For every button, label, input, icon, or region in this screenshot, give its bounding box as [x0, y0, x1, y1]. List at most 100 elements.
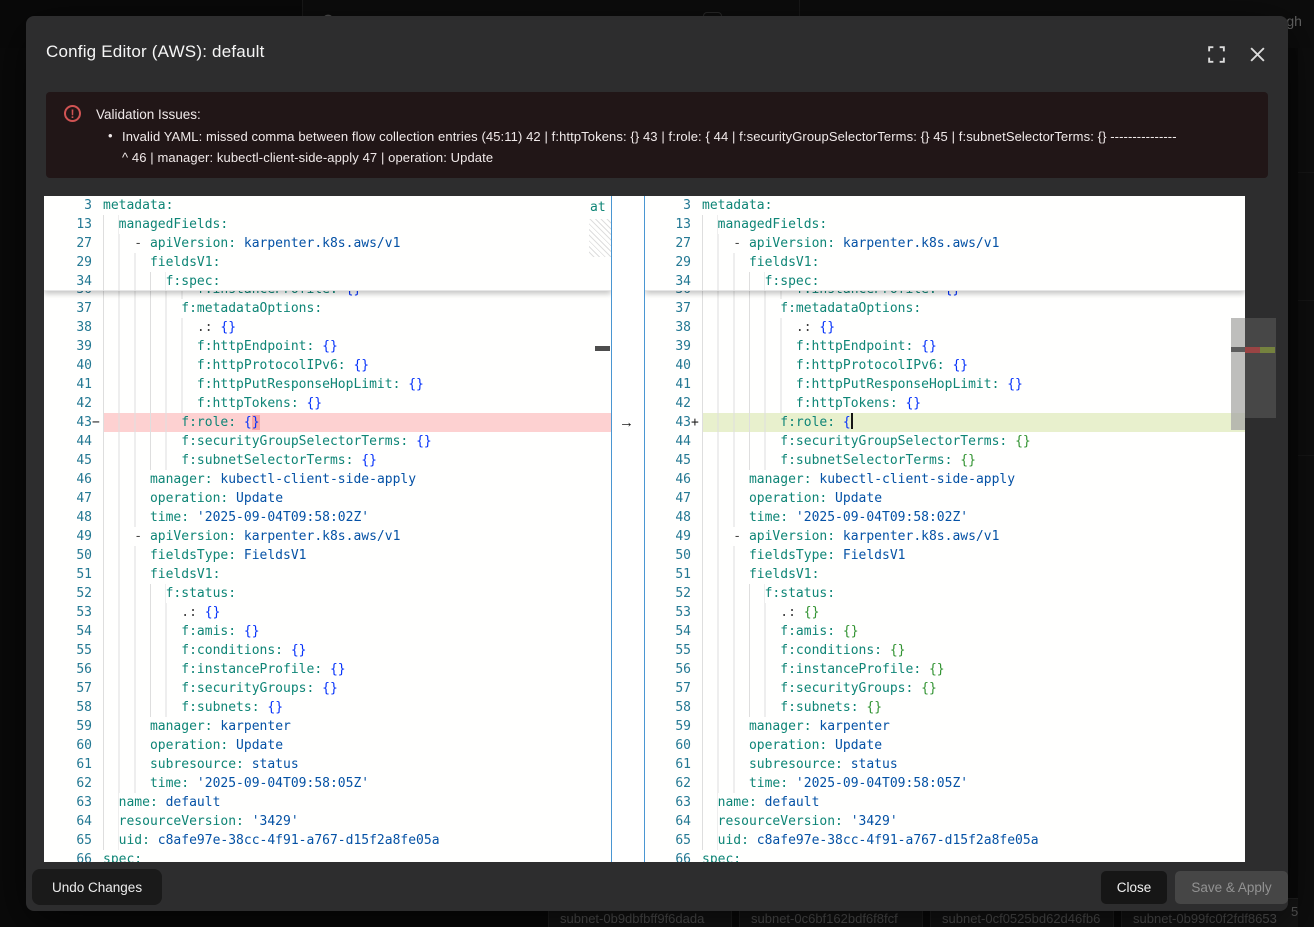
code-line-38[interactable]: 38.: {} — [645, 318, 1245, 337]
diff-marker — [92, 527, 103, 546]
code-line-64[interactable]: 64resourceVersion: '3429' — [44, 812, 611, 831]
revert-change-arrow[interactable]: → — [619, 413, 634, 432]
code-line-63[interactable]: 63name: default — [44, 793, 611, 812]
line-number: 37 — [44, 299, 92, 318]
diff-overview-ruler[interactable] — [1245, 196, 1276, 862]
code-line-48[interactable]: 48time: '2025-09-04T09:58:02Z' — [645, 508, 1245, 527]
code-line-37[interactable]: 37f:metadataOptions: — [44, 299, 611, 318]
line-number: 49 — [645, 527, 691, 546]
code-line-36[interactable]: 36f:instanceProfile: {} — [44, 291, 611, 299]
code-line-60[interactable]: 60operation: Update — [44, 736, 611, 755]
sticky-line-27[interactable]: 27- apiVersion: karpenter.k8s.aws/v1 — [645, 234, 1245, 253]
code-line-57[interactable]: 57f:securityGroups: {} — [645, 679, 1245, 698]
code-line-61[interactable]: 61subresource: status — [645, 755, 1245, 774]
code-line-42[interactable]: 42f:httpTokens: {} — [645, 394, 1245, 413]
bullet-marker: • — [108, 128, 113, 143]
line-number: 53 — [44, 603, 92, 622]
diff-marker — [691, 603, 702, 622]
code-line-56[interactable]: 56f:instanceProfile: {} — [44, 660, 611, 679]
code-line-65[interactable]: 65uid: c8afe97e-38cc-4f91-a767-d15f2a8fe… — [645, 831, 1245, 850]
vertical-scrollbar[interactable] — [1231, 318, 1245, 430]
code-line-37[interactable]: 37f:metadataOptions: — [645, 299, 1245, 318]
close-button[interactable]: Close — [1101, 871, 1167, 904]
overview-ruler-slider[interactable] — [1245, 318, 1276, 418]
code-line-57[interactable]: 57f:securityGroups: {} — [44, 679, 611, 698]
fullscreen-button[interactable] — [1204, 42, 1228, 66]
code-line-60[interactable]: 60operation: Update — [645, 736, 1245, 755]
modified-editor-pane[interactable]: 36f:instanceProfile: {}37f:metadataOptio… — [645, 196, 1245, 862]
sticky-line-13[interactable]: 13managedFields: — [44, 215, 611, 234]
diff-marker — [92, 291, 103, 299]
line-number: 49 — [44, 527, 92, 546]
code-line-51[interactable]: 51fieldsV1: — [645, 565, 1245, 584]
code-line-40[interactable]: 40f:httpProtocolIPv6: {} — [645, 356, 1245, 375]
code-line-58[interactable]: 58f:subnets: {} — [645, 698, 1245, 717]
original-editor-pane[interactable]: 36f:instanceProfile: {}37f:metadataOptio… — [44, 196, 611, 862]
code-line-45[interactable]: 45f:subnetSelectorTerms: {} — [44, 451, 611, 470]
sticky-line-27[interactable]: 27- apiVersion: karpenter.k8s.aws/v1 — [44, 234, 611, 253]
code-line-45[interactable]: 45f:subnetSelectorTerms: {} — [645, 451, 1245, 470]
code-line-62[interactable]: 62time: '2025-09-04T09:58:05Z' — [645, 774, 1245, 793]
code-line-65[interactable]: 65uid: c8afe97e-38cc-4f91-a767-d15f2a8fe… — [44, 831, 611, 850]
code-line-64[interactable]: 64resourceVersion: '3429' — [645, 812, 1245, 831]
code-line-51[interactable]: 51fieldsV1: — [44, 565, 611, 584]
save-apply-button[interactable]: Save & Apply — [1175, 871, 1288, 904]
code-line-49[interactable]: 49- apiVersion: karpenter.k8s.aws/v1 — [645, 527, 1245, 546]
code-line-66[interactable]: 66spec: — [44, 850, 611, 862]
code-line-36[interactable]: 36f:instanceProfile: {} — [645, 291, 1245, 299]
code-line-52[interactable]: 52f:status: — [44, 584, 611, 603]
code-line-44[interactable]: 44f:securityGroupSelectorTerms: {} — [645, 432, 1245, 451]
code-line-42[interactable]: 42f:httpTokens: {} — [44, 394, 611, 413]
code-line-43[interactable]: 43−f:role: {} — [44, 413, 611, 432]
code-line-48[interactable]: 48time: '2025-09-04T09:58:02Z' — [44, 508, 611, 527]
code-line-49[interactable]: 49- apiVersion: karpenter.k8s.aws/v1 — [44, 527, 611, 546]
code-line-55[interactable]: 55f:conditions: {} — [44, 641, 611, 660]
diff-marker — [691, 584, 702, 603]
code-line-56[interactable]: 56f:instanceProfile: {} — [645, 660, 1245, 679]
code-line-54[interactable]: 54f:amis: {} — [44, 622, 611, 641]
close-icon[interactable] — [1245, 42, 1269, 66]
code-line-40[interactable]: 40f:httpProtocolIPv6: {} — [44, 356, 611, 375]
diff-marker — [92, 679, 103, 698]
code-line-39[interactable]: 39f:httpEndpoint: {} — [44, 337, 611, 356]
code-line-46[interactable]: 46manager: kubectl-client-side-apply — [44, 470, 611, 489]
code-line-43[interactable]: 43+f:role: { — [645, 413, 1245, 432]
sticky-line-3[interactable]: 3metadata: — [44, 196, 611, 215]
line-number: 46 — [645, 470, 691, 489]
code-line-39[interactable]: 39f:httpEndpoint: {} — [645, 337, 1245, 356]
code-line-41[interactable]: 41f:httpPutResponseHopLimit: {} — [645, 375, 1245, 394]
sticky-line-3[interactable]: 3metadata: — [645, 196, 1245, 215]
code-line-44[interactable]: 44f:securityGroupSelectorTerms: {} — [44, 432, 611, 451]
diff-sash[interactable]: → — [611, 196, 645, 862]
sticky-line-29[interactable]: 29fieldsV1: — [44, 253, 611, 272]
code-line-58[interactable]: 58f:subnets: {} — [44, 698, 611, 717]
code-line-50[interactable]: 50fieldsType: FieldsV1 — [44, 546, 611, 565]
code-line-47[interactable]: 47operation: Update — [44, 489, 611, 508]
code-line-50[interactable]: 50fieldsType: FieldsV1 — [645, 546, 1245, 565]
clipped-code-fragment: at — [590, 198, 611, 217]
code-line-62[interactable]: 62time: '2025-09-04T09:58:05Z' — [44, 774, 611, 793]
code-line-55[interactable]: 55f:conditions: {} — [645, 641, 1245, 660]
line-number: 63 — [44, 793, 92, 812]
code-line-53[interactable]: 53.: {} — [645, 603, 1245, 622]
sticky-line-34[interactable]: 34f:spec: — [44, 272, 611, 291]
diff-marker — [691, 470, 702, 489]
undo-changes-button[interactable]: Undo Changes — [32, 869, 162, 905]
line-number: 60 — [44, 736, 92, 755]
code-line-53[interactable]: 53.: {} — [44, 603, 611, 622]
code-line-59[interactable]: 59manager: karpenter — [44, 717, 611, 736]
code-line-47[interactable]: 47operation: Update — [645, 489, 1245, 508]
line-number: 61 — [645, 755, 691, 774]
code-line-38[interactable]: 38.: {} — [44, 318, 611, 337]
code-line-59[interactable]: 59manager: karpenter — [645, 717, 1245, 736]
sticky-line-34[interactable]: 34f:spec: — [645, 272, 1245, 291]
code-line-54[interactable]: 54f:amis: {} — [645, 622, 1245, 641]
code-line-52[interactable]: 52f:status: — [645, 584, 1245, 603]
code-line-41[interactable]: 41f:httpPutResponseHopLimit: {} — [44, 375, 611, 394]
code-line-63[interactable]: 63name: default — [645, 793, 1245, 812]
code-line-66[interactable]: 66spec: — [645, 850, 1245, 862]
sticky-line-29[interactable]: 29fieldsV1: — [645, 253, 1245, 272]
sticky-line-13[interactable]: 13managedFields: — [645, 215, 1245, 234]
code-line-61[interactable]: 61subresource: status — [44, 755, 611, 774]
code-line-46[interactable]: 46manager: kubectl-client-side-apply — [645, 470, 1245, 489]
